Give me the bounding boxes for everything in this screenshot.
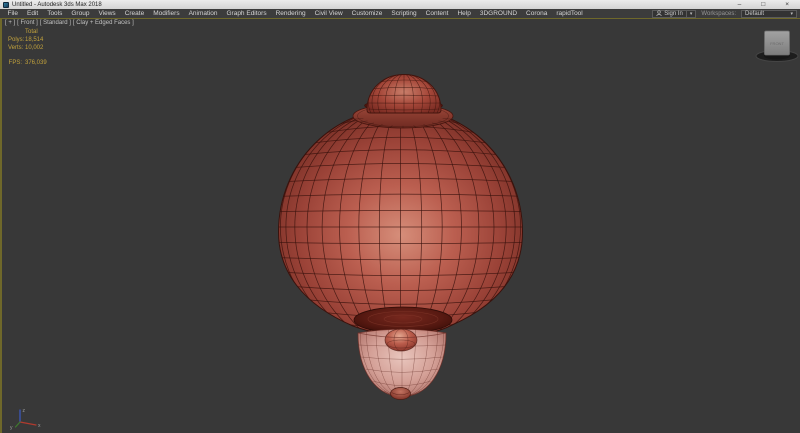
- user-icon: [656, 10, 662, 17]
- menu-item-graph-editors[interactable]: Graph Editors: [222, 9, 271, 18]
- viewcube-face-label: FRONT: [770, 41, 784, 46]
- workspace-value: Default: [745, 11, 764, 17]
- sign-in-button[interactable]: Sign In ▾: [652, 10, 696, 18]
- menu-item-rapidtool[interactable]: rapidTool: [552, 9, 587, 18]
- viewport-canvas[interactable]: FRONT z x y: [2, 19, 800, 433]
- stats-total-label: Total: [25, 28, 38, 36]
- menu-item-scripting[interactable]: Scripting: [387, 9, 421, 18]
- app-icon: [3, 2, 9, 8]
- menu-item-file[interactable]: File: [3, 9, 22, 18]
- viewport-menu-shading[interactable]: [ Clay + Edged Faces ]: [73, 20, 134, 26]
- stats-verts-value: 10,002: [25, 44, 43, 52]
- menu-item-tools[interactable]: Tools: [43, 9, 67, 18]
- menu-item-animation[interactable]: Animation: [184, 9, 222, 18]
- window-controls: – □ ×: [738, 0, 797, 9]
- viewport-menu-standard[interactable]: [ Standard ]: [40, 20, 71, 26]
- menu-item-rendering[interactable]: Rendering: [271, 9, 310, 18]
- stats-fps-value: 376,039: [25, 59, 47, 67]
- statistics-overlay: Total Polys: 18,514 Verts: 10,002 FPS: 3…: [8, 28, 47, 67]
- stats-fps-label: FPS:: [8, 59, 22, 67]
- restore-button[interactable]: □: [761, 0, 765, 9]
- 3ds-max-window: Untitled - Autodesk 3ds Max 2018 – □ × F…: [0, 0, 800, 433]
- menu-item-civil-view[interactable]: Civil View: [310, 9, 347, 18]
- title-bar: Untitled - Autodesk 3ds Max 2018 – □ ×: [0, 0, 800, 9]
- menu-item-modifiers[interactable]: Modifiers: [149, 9, 184, 18]
- axis-z-label: z: [23, 408, 26, 414]
- menubar-right: Sign In ▾ Workspaces: Default ▾: [652, 10, 800, 18]
- menu-item-group[interactable]: Group: [67, 9, 94, 18]
- menu-item-content[interactable]: Content: [421, 9, 453, 18]
- model-wireframe-sphere[interactable]: [278, 74, 523, 400]
- minimize-button[interactable]: –: [738, 0, 742, 9]
- axis-y-label: y: [10, 425, 13, 431]
- stats-polys-label: Polys:: [8, 36, 22, 44]
- close-button[interactable]: ×: [785, 0, 789, 9]
- divider: [686, 11, 687, 17]
- sign-in-label: Sign In: [664, 11, 683, 17]
- menu-item-views[interactable]: Views: [94, 9, 120, 18]
- menu-item-3dground[interactable]: 3DGROUND: [475, 9, 521, 18]
- world-axis-gizmo: z x y: [10, 408, 41, 431]
- viewport-menu-pov[interactable]: [ Front ]: [17, 20, 38, 26]
- viewcube[interactable]: FRONT: [756, 31, 798, 62]
- stats-verts-label: Verts:: [8, 44, 22, 52]
- workspaces-label: Workspaces:: [701, 11, 736, 17]
- menu-item-edit[interactable]: Edit: [22, 9, 42, 18]
- workspace-selector[interactable]: Default ▾: [741, 10, 797, 18]
- chevron-down-icon[interactable]: ▾: [690, 10, 693, 18]
- menu-item-corona[interactable]: Corona: [522, 9, 552, 18]
- chevron-down-icon: ▾: [790, 10, 793, 18]
- main-menus: File Edit Tools Group Views Create Modif…: [0, 9, 587, 18]
- stats-polys-value: 18,514: [25, 36, 43, 44]
- menu-item-help[interactable]: Help: [453, 9, 475, 18]
- stats-spacer: [8, 28, 22, 36]
- viewport[interactable]: FRONT z x y [ + ] [ Front ] [ Standard ] [ …: [0, 19, 800, 433]
- viewport-label: [ + ] [ Front ] [ Standard ] [ Clay + Ed…: [5, 20, 134, 26]
- viewport-menu-general[interactable]: [ + ]: [5, 20, 15, 26]
- axis-x-label: x: [38, 423, 41, 429]
- menu-bar: File Edit Tools Group Views Create Modif…: [0, 9, 800, 19]
- menu-item-customize[interactable]: Customize: [347, 9, 387, 18]
- window-title: Untitled - Autodesk 3ds Max 2018: [12, 2, 102, 8]
- menu-item-create[interactable]: Create: [120, 9, 149, 18]
